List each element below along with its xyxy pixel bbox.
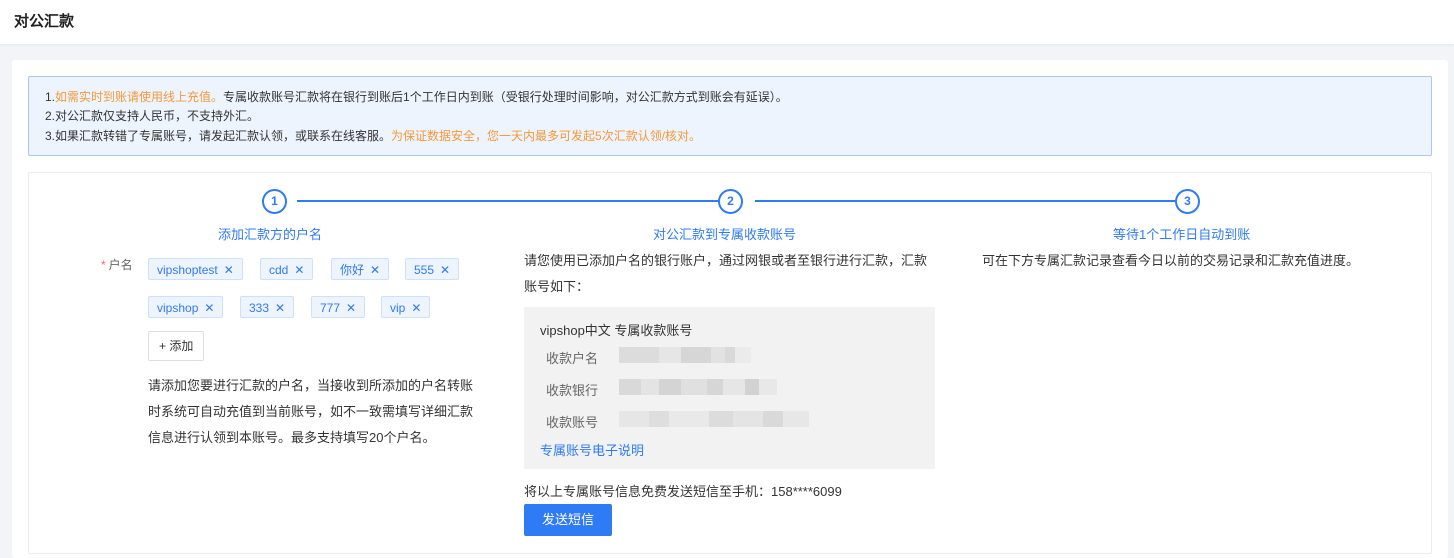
account-name-label-text: 户名	[108, 258, 133, 272]
payee-account-label: 收款账号	[546, 415, 599, 430]
notice-line-1-rest: 专属收款账号汇款将在银行到账后1个工作日内到账（受银行处理时间影响，对公汇款方式…	[223, 90, 788, 104]
step-2-description-line: 请您使用已添加户名的银行账户，通过网银或者至银行进行汇款，汇款	[524, 253, 928, 268]
step-1-description: 请添加您要进行汇款的户名，当接收到所添加的户名转账 时系统可自动充值到当前账号，…	[148, 373, 488, 451]
tag-label: 555	[414, 263, 435, 277]
name-tag[interactable]: vip ✕	[381, 296, 431, 318]
step-2-circle: 2	[718, 189, 743, 214]
close-icon[interactable]: ✕	[294, 263, 304, 277]
step-3-circle: 3	[1175, 189, 1200, 214]
notice-line-1-highlight: 如需实时到账请使用线上充值。	[55, 90, 224, 104]
close-icon[interactable]: ✕	[204, 301, 214, 315]
name-tag[interactable]: cdd ✕	[260, 258, 314, 280]
name-tag[interactable]: 777 ✕	[311, 296, 366, 318]
masked-payee-account	[619, 411, 809, 427]
tag-label: cdd	[269, 263, 289, 277]
step-1-description-line: 信息进行认领到本账号。最多支持填写20个户名。	[148, 430, 436, 445]
page-title: 对公汇款	[14, 13, 75, 30]
add-name-button[interactable]: + 添加	[148, 331, 205, 361]
sms-info-text: 将以上专属账号信息免费发送短信至手机：158****6099	[524, 484, 842, 499]
close-icon[interactable]: ✕	[411, 301, 421, 315]
tag-label: 333	[249, 301, 270, 315]
masked-payee-name	[619, 347, 751, 363]
step-2-description-line: 账号如下：	[524, 279, 590, 294]
notice-box: 1.如需实时到账请使用线上充值。专属收款账号汇款将在银行到账后1个工作日内到账（…	[28, 76, 1432, 156]
account-description-link[interactable]: 专属账号电子说明	[540, 440, 644, 459]
step-3-title: 等待1个工作日自动到账	[1113, 227, 1251, 242]
step-1-description-line: 时系统可自动充值到当前账号，如不一致需填写详细汇款	[148, 404, 474, 419]
close-icon[interactable]: ✕	[440, 263, 450, 277]
step-1-title: 添加汇款方的户名	[218, 227, 323, 242]
step-1-description-line: 请添加您要进行汇款的户名，当接收到所添加的户名转账	[148, 378, 474, 393]
tag-label: vipshop	[157, 301, 199, 315]
notice-line-3: 3.如果汇款转错了专属账号，请发起汇款认领，或联系在线客服。为保证数据安全，您一…	[45, 127, 701, 144]
step-2-title: 对公汇款到专属收款账号	[653, 227, 797, 242]
account-info-box: vipshop中文 专属收款账号 收款户名 收款银行 收款账号 专属账号电子说明	[524, 307, 935, 469]
step-2-description: 请您使用已添加户名的银行账户，通过网银或者至银行进行汇款，汇款 账号如下：	[524, 248, 944, 300]
send-sms-button[interactable]: 发送短信	[524, 504, 612, 536]
close-icon[interactable]: ✕	[224, 263, 234, 277]
name-tag[interactable]: vipshop ✕	[148, 296, 224, 318]
main-card: 1.如需实时到账请使用线上充值。专属收款账号汇款将在银行到账后1个工作日内到账（…	[12, 60, 1448, 558]
close-icon[interactable]: ✕	[346, 301, 356, 315]
close-icon[interactable]: ✕	[275, 301, 285, 315]
notice-line-1-prefix: 1.	[45, 90, 56, 104]
account-box-title: vipshop中文 专属收款账号	[540, 323, 693, 338]
account-name-label: * 户名	[101, 258, 133, 272]
payee-bank-label: 收款银行	[546, 383, 599, 398]
notice-line-3-highlight: 为保证数据安全，您一天内最多可发起5次汇款认领/核对。	[391, 129, 702, 143]
steps-panel: 1 2 3 添加汇款方的户名 对公汇款到专属收款账号 等待1个工作日自动到账 *…	[28, 172, 1432, 554]
tag-label: vip	[390, 301, 406, 315]
tag-label: 777	[320, 301, 341, 315]
close-icon[interactable]: ✕	[370, 263, 380, 277]
step-3-description: 可在下方专属汇款记录查看今日以前的交易记录和汇款充值进度。	[982, 253, 1360, 268]
payee-name-label: 收款户名	[546, 351, 599, 366]
name-tag[interactable]: 你好 ✕	[331, 258, 390, 280]
notice-line-1: 1.如需实时到账请使用线上充值。专属收款账号汇款将在银行到账后1个工作日内到账（…	[45, 88, 788, 105]
name-tag[interactable]: 555 ✕	[405, 258, 460, 280]
tag-label: 你好	[340, 263, 365, 277]
notice-line-3-prefix: 3.如果汇款转错了专属账号，请发起汇款认领，或联系在线客服。	[45, 129, 392, 143]
step-connector-1	[297, 200, 719, 202]
step-1-circle: 1	[262, 189, 287, 214]
name-tag[interactable]: 333 ✕	[240, 296, 295, 318]
step-connector-2	[755, 200, 1177, 202]
tag-label: vipshoptest	[157, 263, 218, 277]
top-bar: 对公汇款	[0, 0, 1454, 44]
notice-line-2: 2.对公汇款仅支持人民币，不支持外汇。	[45, 109, 260, 123]
masked-payee-bank	[619, 379, 777, 395]
name-tag[interactable]: vipshoptest ✕	[148, 258, 243, 280]
